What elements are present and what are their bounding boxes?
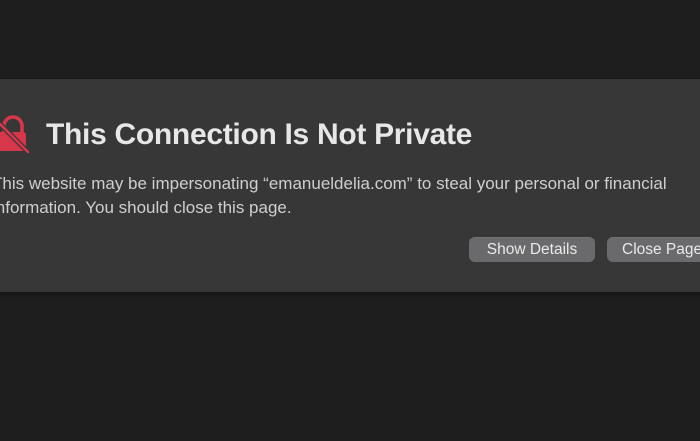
warning-message-line-2: information. You should close this page. xyxy=(0,197,292,217)
page-title: This Connection Is Not Private xyxy=(46,118,473,151)
browser-viewport: This Connection Is Not Private This webs… xyxy=(0,0,700,441)
show-details-button[interactable]: Show Details xyxy=(469,237,595,262)
close-page-button[interactable]: Close Page xyxy=(607,237,700,262)
warning-message-line-1: This website may be impersonating “emanu… xyxy=(0,174,667,193)
warning-message: This website may be impersonating “emanu… xyxy=(0,172,700,219)
broken-lock-warning-icon xyxy=(0,115,31,155)
